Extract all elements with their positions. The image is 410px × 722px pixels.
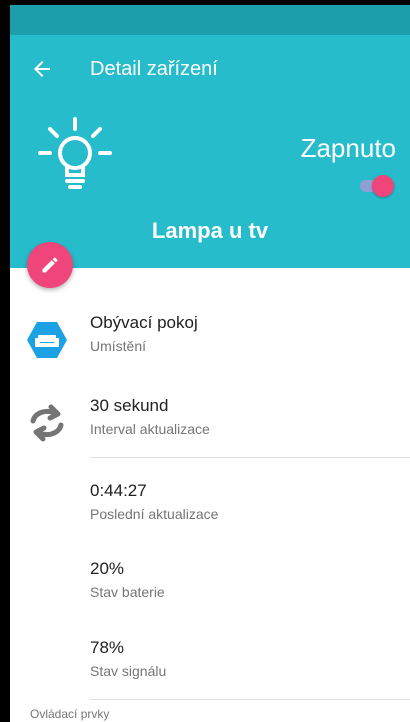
- power-status-label: Zapnuto: [300, 133, 396, 163]
- interval-label: Interval aktualizace: [90, 421, 210, 437]
- sofa-icon: [25, 318, 69, 362]
- list-item-interval: 30 sekund Interval aktualizace: [10, 395, 410, 455]
- power-toggle[interactable]: [358, 175, 394, 197]
- lightbulb-icon: [36, 115, 114, 197]
- interval-value: 30 sekund: [90, 396, 169, 415]
- signal-label: Stav signálu: [90, 663, 167, 679]
- list-item-last-update: 0:44:27 Poslední aktualizace: [10, 480, 410, 540]
- location-label: Umístění: [90, 338, 147, 354]
- signal-value: 78%: [90, 638, 125, 657]
- back-arrow-icon[interactable]: [30, 57, 54, 81]
- last-update-label: Poslední aktualizace: [90, 506, 219, 522]
- edit-button[interactable]: [27, 242, 73, 288]
- controls-section-header: Ovládací prvky: [30, 707, 110, 721]
- location-value: Obývací pokoj: [90, 313, 198, 332]
- list-item-signal: 78% Stav signálu: [10, 637, 410, 697]
- refresh-icon: [25, 401, 69, 445]
- last-update-value: 0:44:27: [90, 481, 147, 500]
- toggle-thumb: [372, 175, 394, 197]
- battery-value: 20%: [90, 559, 125, 578]
- battery-label: Stav baterie: [90, 584, 165, 600]
- pencil-icon: [42, 257, 58, 273]
- list-item-location: Obývací pokoj Umístění: [10, 312, 410, 372]
- app-screen: Detail zařízení Zapnuto Lampa u tv Obýva…: [0, 0, 410, 722]
- list-item-battery: 20% Stav baterie: [10, 558, 410, 618]
- device-name: Lampa u tv: [151, 218, 269, 243]
- status-bar: [10, 5, 410, 35]
- divider: [90, 699, 410, 700]
- page-title: Detail zařízení: [90, 58, 218, 80]
- device-header: Detail zařízení Zapnuto Lampa u tv: [10, 35, 410, 268]
- divider: [90, 457, 410, 458]
